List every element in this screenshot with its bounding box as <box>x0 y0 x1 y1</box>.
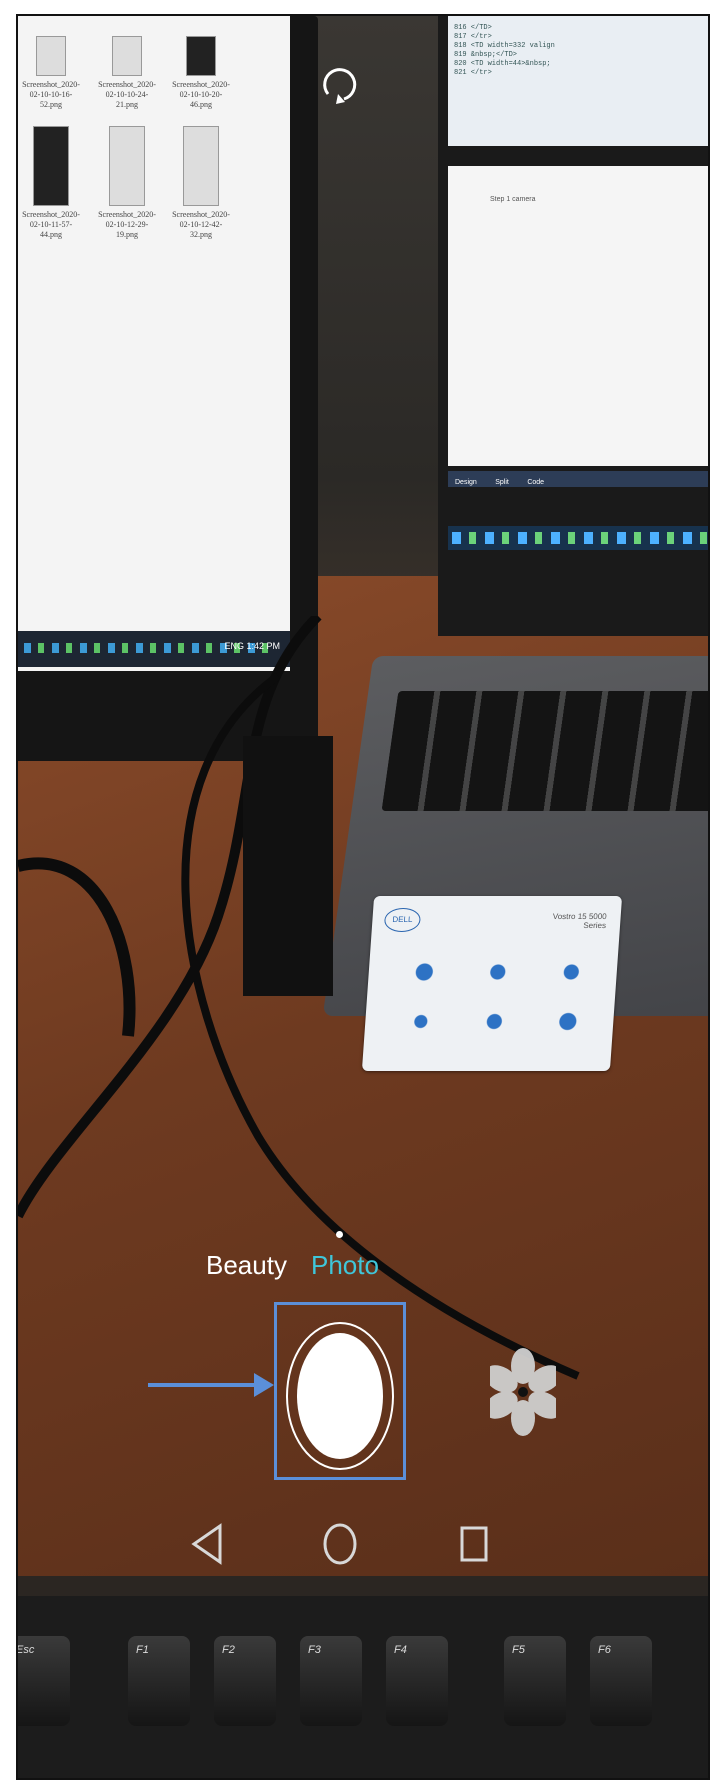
foreground-keyboard: Esc F1 F2 F3 F4 F5 F6 <box>16 1596 708 1778</box>
design-text: Step 1 camera <box>490 196 536 203</box>
code-line: 816 </TD> <box>454 24 492 32</box>
file-thumbnail: Screenshot_2020-02-10-10-16-52.png <box>20 36 82 110</box>
mode-beauty[interactable]: Beauty <box>206 1250 287 1281</box>
key-esc: Esc <box>16 1636 70 1726</box>
thumbnail-image <box>183 126 219 206</box>
thumbnail-caption: Screenshot_2020-02-10-10-24-21.png <box>98 80 156 109</box>
laptop-screen: 816 </TD> 817 </tr> 818 <TD width=332 va… <box>438 16 708 636</box>
back-triangle-icon[interactable] <box>180 1514 240 1574</box>
code-line: 821 </tr> <box>454 69 492 77</box>
code-line: 817 </tr> <box>454 33 492 41</box>
file-thumbnails: Screenshot_2020-02-10-10-16-52.png Scree… <box>18 16 290 296</box>
thumbnail-image <box>33 126 69 206</box>
key-f2: F2 <box>214 1636 276 1726</box>
key-label: F1 <box>136 1644 149 1656</box>
key-f1: F1 <box>128 1636 190 1726</box>
home-circle-icon[interactable] <box>310 1514 370 1574</box>
design-view: Step 1 camera <box>448 166 708 466</box>
rotate-camera-icon[interactable] <box>312 56 368 112</box>
monitor-screen: Screenshot_2020-02-10-10-16-52.png Scree… <box>18 16 290 671</box>
thumbnail-caption: Screenshot_2020-02-10-10-16-52.png <box>22 80 80 109</box>
key-f6: F6 <box>590 1636 652 1726</box>
laptop-taskbar-icons <box>452 532 708 544</box>
flower-filter-icon-graphic <box>484 1348 562 1436</box>
file-thumbnail: Screenshot_2020-02-10-10-24-21.png <box>96 36 158 110</box>
editor-tabs: Design Split Code <box>448 471 708 487</box>
thumbnail-image <box>109 126 145 206</box>
flower-filter-icon[interactable] <box>484 1346 562 1438</box>
key-label: F4 <box>394 1644 407 1656</box>
key-label: Esc <box>16 1644 35 1656</box>
key-f3: F3 <box>300 1636 362 1726</box>
thumbnail-caption: Screenshot_2020-02-10-10-20-46.png <box>172 80 230 109</box>
tab-code: Code <box>527 479 545 486</box>
recents-square-icon-graphic <box>460 1526 488 1562</box>
tab-split: Split <box>495 479 509 486</box>
cable <box>18 857 136 1037</box>
code-line: 818 <TD width=332 valign <box>454 42 555 50</box>
screenshot-frame: Screenshot_2020-02-10-10-16-52.png Scree… <box>16 14 710 1780</box>
mode-photo[interactable]: Photo <box>311 1250 379 1281</box>
navigation-bar <box>18 1502 708 1582</box>
key-label: F2 <box>222 1644 235 1656</box>
tab-design: Design <box>455 479 477 486</box>
laptop-taskbar <box>448 526 708 550</box>
file-thumbnail: Screenshot_2020-02-10-11-57-44.png <box>20 126 82 240</box>
rotate-camera-icon-graphic <box>323 68 357 104</box>
thumbnail-image <box>36 36 66 76</box>
file-thumbnail: Screenshot_2020-02-10-10-20-46.png <box>170 36 232 110</box>
key-label: F3 <box>308 1644 321 1656</box>
key-f4: F4 <box>386 1636 448 1726</box>
thumbnail-caption: Screenshot_2020-02-10-12-42-32.png <box>172 210 230 239</box>
key-label: F5 <box>512 1644 525 1656</box>
thumbnail-caption: Screenshot_2020-02-10-11-57-44.png <box>22 210 80 239</box>
file-thumbnail: Screenshot_2020-02-10-12-29-19.png <box>96 126 158 240</box>
shutter-button[interactable] <box>286 1322 394 1470</box>
arrow-pointer-icon <box>148 1373 274 1397</box>
thumbnail-image <box>112 36 142 76</box>
active-mode-indicator <box>336 1231 343 1238</box>
power-adapter <box>243 736 333 996</box>
recents-square-icon[interactable] <box>444 1514 504 1574</box>
key-f5: F5 <box>504 1636 566 1726</box>
back-triangle-icon-graphic <box>191 1523 222 1565</box>
code-line: 819 &nbsp;</TD> <box>454 51 518 59</box>
home-circle-icon-graphic <box>323 1523 357 1565</box>
code-editor: 816 </TD> 817 </tr> 818 <TD width=332 va… <box>448 16 708 146</box>
file-thumbnail: Screenshot_2020-02-10-12-42-32.png <box>170 126 232 240</box>
thumbnail-image <box>186 36 216 76</box>
code-line: 820 <TD width=44>&nbsp; <box>454 60 551 68</box>
code-lines: 816 </TD> 817 </tr> 818 <TD width=332 va… <box>454 24 555 78</box>
thumbnail-caption: Screenshot_2020-02-10-12-29-19.png <box>98 210 156 239</box>
shutter-button-inner <box>297 1333 383 1459</box>
key-label: F6 <box>598 1644 611 1656</box>
